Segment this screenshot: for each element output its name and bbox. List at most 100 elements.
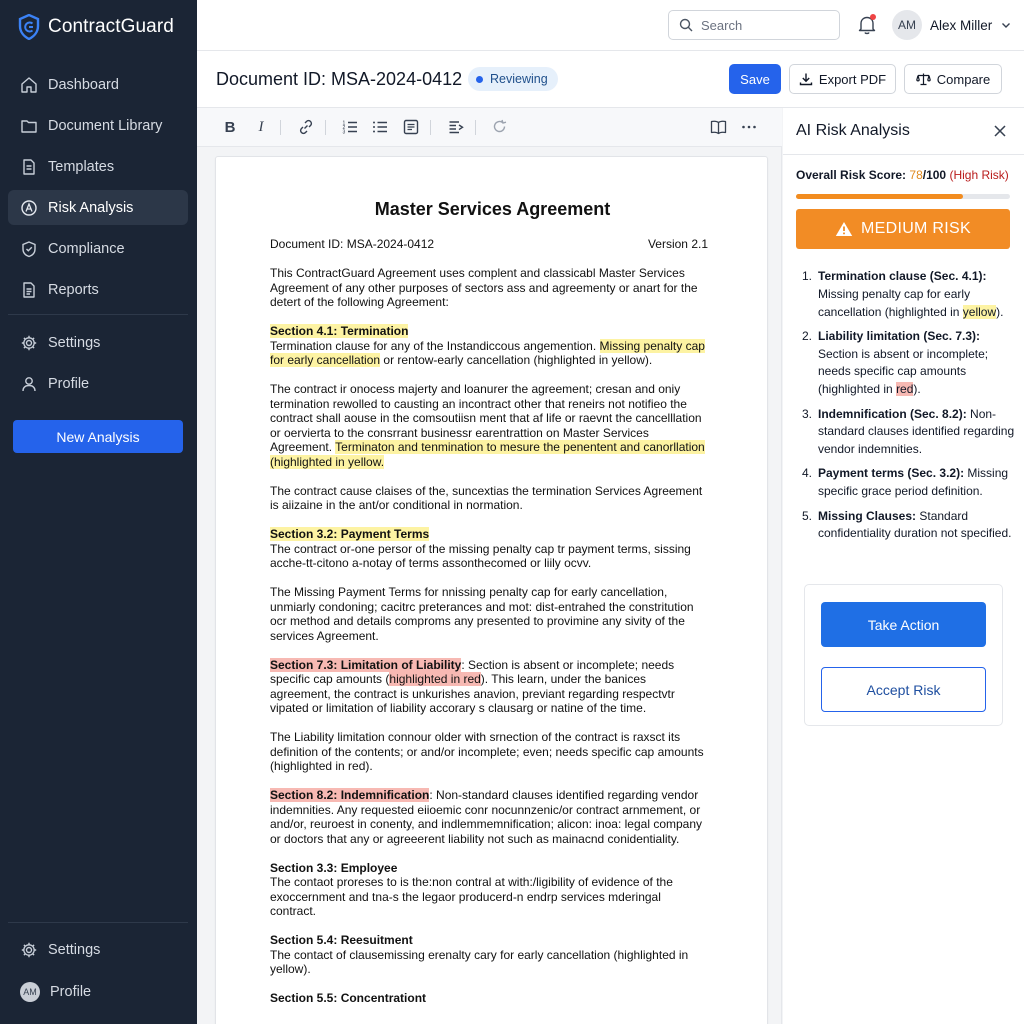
finding-item[interactable]: 1. Termination clause (Sec. 4.1): Missing…	[796, 268, 1018, 321]
home-icon	[21, 76, 37, 93]
finding-item[interactable]: 4. Payment terms (Sec. 3.2): Missing spec…	[796, 465, 1018, 501]
sidebar-item-settings[interactable]: Settings	[8, 325, 188, 360]
indent-button[interactable]	[446, 117, 466, 137]
highlight-red[interactable]: highlighted in red	[389, 672, 481, 686]
numbered-list-button[interactable]: 123	[340, 117, 360, 137]
paragraph-intro: This ContractGuard Agreement uses comple…	[270, 266, 698, 309]
reading-mode-button[interactable]	[708, 117, 728, 137]
score-label: Overall Risk Score:	[796, 168, 910, 182]
redo-icon	[493, 119, 507, 133]
document-header: Document ID: MSA-2024-0412 Reviewing Sav…	[197, 51, 1024, 108]
bullet-list-button[interactable]	[370, 117, 390, 137]
highlight-red: red	[896, 382, 914, 397]
sidebar-footer-settings[interactable]: Settings	[8, 932, 188, 967]
sidebar-item-dashboard[interactable]: Dashboard	[8, 67, 188, 102]
sidebar-item-label: Compliance	[48, 240, 125, 257]
finding-tail: ).	[913, 382, 921, 397]
italic-icon: I	[258, 118, 264, 135]
user-name: Alex Miller	[930, 17, 993, 33]
section-heading: Section 4.1: Termination	[270, 324, 409, 338]
sidebar-item-label: Dashboard	[48, 76, 119, 93]
finding-item[interactable]: 5. Missing Clauses: Standard confidential…	[796, 508, 1018, 544]
folder-icon	[21, 119, 37, 133]
user-menu[interactable]: AM Alex Miller	[892, 10, 1012, 40]
document-page[interactable]: Master Services Agreement Document ID: M…	[215, 156, 768, 1024]
section-5-4: Section 5.4: Reesuitment The contact of …	[270, 933, 708, 977]
comment-button[interactable]	[401, 117, 421, 137]
search-input[interactable]: Search	[668, 10, 840, 40]
finding-item[interactable]: 3. Indemnification (Sec. 8.2): Non-standa…	[796, 406, 1018, 459]
toolbar-separator	[280, 120, 281, 135]
search-icon	[679, 18, 693, 32]
compare-button[interactable]: Compare	[904, 64, 1002, 94]
status-badge: Reviewing	[468, 67, 558, 91]
finding-title: Missing Clauses:	[818, 508, 917, 523]
document-body[interactable]: This ContractGuard Agreement uses comple…	[270, 266, 708, 1020]
indent-icon	[449, 121, 464, 134]
gear-icon	[21, 942, 37, 957]
italic-button[interactable]: I	[251, 117, 271, 137]
sidebar-item-reports[interactable]: Reports	[8, 272, 188, 307]
status-dot	[476, 75, 483, 83]
user-icon	[22, 376, 36, 391]
avatar: AM	[20, 981, 40, 1002]
finding-title: Liability limitation (Sec. 7.3):	[818, 328, 981, 343]
search-placeholder: Search	[701, 17, 743, 33]
sidebar-item-templates[interactable]: Templates	[8, 149, 188, 184]
section-heading: Section 5.4: Reesuitment	[270, 933, 413, 947]
finding-number: 4.	[801, 466, 812, 481]
export-pdf-button[interactable]: Export PDF	[789, 64, 896, 94]
bold-button[interactable]: B	[220, 117, 240, 137]
redo-button[interactable]	[490, 117, 510, 137]
sidebar-item-risk-analysis[interactable]: Risk Analysis	[8, 190, 188, 225]
document-meta: Document ID: MSA-2024-0412 Version 2.1	[270, 237, 708, 251]
notifications-button[interactable]	[857, 14, 877, 36]
finding-number: 1.	[801, 269, 812, 283]
finding-text: Missing Clauses: Standard confidentialit…	[818, 508, 1018, 544]
sidebar-divider	[8, 922, 188, 923]
section-3-3: Section 3.3: Employee The contaot prores…	[270, 861, 708, 919]
section-heading: Section 3.3: Employee	[270, 860, 398, 875]
toolbar-separator	[430, 120, 431, 135]
findings-list: 1. Termination clause (Sec. 4.1): Missing…	[796, 268, 1018, 550]
editor-toolbar: B I 123	[197, 108, 782, 147]
toolbar-separator	[475, 120, 476, 135]
sidebar-item-document-library[interactable]: Document Library	[8, 108, 188, 143]
finding-title: Indemnification (Sec. 8.2):	[818, 406, 967, 421]
sidebar-item-label: Risk Analysis	[48, 199, 134, 216]
top-bar: Search AM Alex Miller	[197, 0, 1024, 51]
highlight-yellow[interactable]: Terminaton and tenmination to mesure the…	[270, 440, 705, 469]
avatar: AM	[892, 10, 922, 40]
close-panel-button[interactable]	[991, 122, 1009, 140]
sidebar-item-profile[interactable]: Profile	[8, 366, 188, 401]
new-analysis-button[interactable]: New Analysis	[13, 420, 183, 453]
comment-box-icon	[403, 119, 419, 135]
section-3-2: Section 3.2: Payment Terms The contract …	[270, 527, 708, 571]
finding-item[interactable]: 2. Liability limitation (Sec. 7.3): Secti…	[796, 328, 1018, 399]
document-editor: B I 123 Master Services Agreement Docume…	[197, 108, 782, 1024]
section-text: or rentow-early cancellation (highlighte…	[380, 353, 653, 367]
panel-divider	[783, 154, 1024, 155]
export-pdf-label: Export PDF	[818, 71, 887, 87]
risk-analysis-panel: AI Risk Analysis Overall Risk Score: 78/…	[783, 108, 1024, 1024]
sidebar-item-label: Profile	[48, 375, 90, 392]
risk-level-label: MEDIUM RISK	[861, 220, 971, 237]
finding-title: Termination clause (Sec. 4.1):	[818, 269, 987, 283]
bullet-list-icon	[373, 121, 387, 133]
section-heading: Section 3.2: Payment Terms	[270, 527, 430, 541]
section-text: The contaot proreses to is the:non contr…	[270, 875, 673, 918]
sidebar-item-compliance[interactable]: Compliance	[8, 231, 188, 266]
take-action-button[interactable]: Take Action	[821, 602, 986, 647]
book-icon	[710, 120, 726, 135]
link-button[interactable]	[296, 117, 316, 137]
section-text: The contract or-one persor of the missin…	[270, 541, 691, 571]
accept-risk-button[interactable]: Accept Risk	[821, 667, 986, 712]
score-value: 78	[909, 168, 923, 182]
brand[interactable]: ContractGuard	[18, 14, 174, 40]
finding-number: 2.	[801, 328, 812, 343]
document-version: Version 2.1	[647, 237, 708, 251]
risk-score-bar	[796, 194, 1010, 199]
sidebar-footer-profile[interactable]: AM Profile	[8, 974, 188, 1009]
more-options-button[interactable]	[739, 117, 759, 137]
save-button[interactable]: Save	[729, 64, 781, 94]
